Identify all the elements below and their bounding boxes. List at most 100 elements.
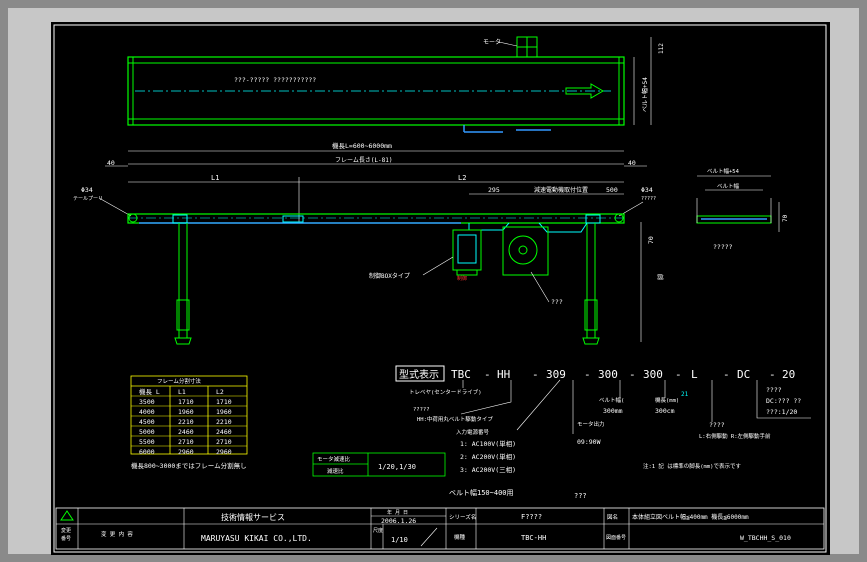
frame-table-cell: 2210 [216, 418, 232, 426]
cad-viewport[interactable]: モータ ベルト幅+54 112 ???-????? ??????????? 機長… [8, 8, 859, 555]
frame-table-cell: 2460 [216, 428, 232, 436]
side-view: 機長L=600~6000mm フレーム長さ(L-81) 40 40 L1 L2 … [73, 141, 665, 345]
top-view: モータ ベルト幅+54 112 ???-????? ??????????? [127, 36, 665, 133]
motor-ratio-table: モータ減速比 減速比 1/20,1/30 [312, 452, 446, 477]
change-mark-label: 変更 [61, 527, 71, 534]
section-height: 70 [782, 214, 789, 222]
model-value: TBC-HH [521, 534, 546, 542]
motor-table-value: 1/20,1/30 [378, 463, 416, 471]
service-label: 技術情報サービス [221, 512, 285, 522]
conveyor-frame [127, 213, 625, 224]
drawing-label: 図名 [607, 513, 618, 521]
model-code-separator: - [532, 368, 539, 381]
frame-table-cell: 4500 [139, 418, 155, 426]
drawing-no: W_TBCHH_S_010 [740, 534, 791, 542]
change-content-label: 変 更 内 容 [101, 530, 133, 538]
frame-table-cell: 3500 [139, 398, 155, 406]
side-dim-70: 70 [647, 236, 655, 244]
company-name: MARUYASU KIKAI CO.,LTD. [201, 534, 312, 543]
frame-table-cell: 1710 [216, 398, 232, 406]
drawing-sheet[interactable]: モータ ベルト幅+54 112 ???-????? ??????????? 機長… [51, 22, 830, 555]
frame-table-cell: 2710 [216, 438, 232, 446]
note-tbc: トレベヤ(センタードライブ) [409, 388, 482, 396]
drawing-canvas: モータ ベルト幅+54 112 ???-????? ??????????? 機長… [53, 24, 827, 553]
model-code-part: L [691, 368, 698, 381]
note-dc-2: ???:1/20 [766, 408, 797, 416]
note-300b-sup: 21 [681, 391, 689, 398]
note-l: L:右側駆動 R:左側駆動手前 [699, 432, 771, 440]
drawing-no-label: 図面番号 [606, 534, 626, 541]
frame-table-cell: 1710 [178, 398, 194, 406]
end-right-dim: 40 [628, 159, 636, 167]
phi-right: Φ34 [641, 186, 653, 194]
dim-500: 500 [606, 186, 618, 194]
note-motor-val: 09:90W [577, 438, 601, 446]
scale-label: 尺度 [373, 527, 383, 534]
motor-ref: ??? [551, 298, 563, 306]
top-belt-width-dim: ベルト幅+54 [641, 77, 649, 112]
note-300a-val: 300mm [603, 407, 623, 415]
frame-table-cell: 2960 [216, 448, 232, 456]
motor-table-label2: 減速比 [327, 467, 344, 475]
frame-division-table: フレーム分割寸法 機長 L L1 L2 3500 1710 1710 4000 1960 196… [130, 375, 248, 456]
frame-table-cell: 5500 [139, 438, 155, 446]
frame-table-cell: 2460 [178, 428, 194, 436]
frame-table-cell: 4000 [139, 408, 155, 416]
frame-table-header: 機長 L [139, 387, 160, 396]
model-code-part: DC [737, 368, 750, 381]
l2-dim: L2 [458, 174, 466, 182]
note-300b-val: 300cm [655, 407, 675, 415]
date-value: 2006.1.26 [381, 517, 416, 525]
model-code-part: 300 [643, 368, 663, 381]
frame-length-dim: フレーム長さ(L-81) [335, 157, 393, 164]
note-300b: 機長(mm) [655, 396, 679, 404]
phi-left: Φ34 [81, 186, 93, 194]
frame-table-cell: 5000 [139, 428, 155, 436]
dim-295: 295 [488, 186, 500, 194]
model-label: 機種 [454, 533, 466, 541]
overall-length-dim: 機長L=600~6000mm [332, 141, 392, 150]
model-code-part: 20 [782, 368, 795, 381]
note-dc-q: ???? [766, 386, 782, 394]
note-l-q: ???? [709, 421, 725, 429]
model-code-separator: - [584, 368, 591, 381]
drive-note: 減速電動機取付位置 [534, 186, 588, 194]
motor-housing [502, 226, 549, 276]
series-label: シリーズ名 [449, 513, 476, 521]
note-hh-q: ????? [413, 407, 430, 413]
note-dc-1: DC:??? ?? [766, 397, 801, 405]
title-block: 変更 番号 変 更 内 容 技術情報サービス MARUYASU KIKAI CO… [55, 507, 825, 550]
belt-range: ベルト幅150~400用 [449, 488, 514, 497]
model-code-part: HH [497, 368, 510, 381]
model-code-separator: - [675, 368, 682, 381]
motor-table-label1: モータ減速比 [317, 455, 351, 463]
note-309-a: 入力電源番号 [456, 428, 490, 436]
frame-table-header: L1 [178, 388, 186, 396]
frame-table-cell: 6000 [139, 448, 155, 456]
top-motor-label: モータ [483, 38, 501, 46]
note-300a: ベルト幅( [599, 396, 624, 404]
phi-left-label: テールプーリ [73, 196, 103, 202]
date-label: 年 月 日 [387, 509, 408, 516]
frame-table-note: 機長800~3000まではフレーム分割無し [131, 461, 247, 470]
model-code-part: TBC [451, 368, 471, 381]
series-value: F???? [521, 513, 542, 521]
frame-table-header: L2 [216, 388, 224, 396]
model-code: 型式表示 TBC HH 309 300 300 L DC 20- - - - - - - トレベヤ(センタ… [395, 365, 811, 500]
note-309-2: 2: AC200V(単相) [460, 452, 516, 461]
model-code-separator: - [484, 368, 491, 381]
change-mark-icon [60, 510, 74, 521]
leg-note: 脚 [657, 274, 665, 280]
note-hh: HH:中荷用丸ベルト駆動タイプ [417, 415, 493, 423]
model-code-parts: TBC HH 309 300 300 L DC 20- - - - - - - [451, 368, 795, 381]
control-box-label: 制御BOXタイプ [369, 272, 410, 280]
drawing-name: 本体組立図ベルト幅≦400mm 機長≦6000mm [632, 513, 749, 521]
control-box-ref: 制御 [457, 275, 467, 282]
top-centre-text: ???-????? ??????????? [234, 76, 316, 84]
phi-right-label: ????? [641, 196, 656, 202]
scale-value: 1/10 [391, 536, 408, 544]
model-code-part: 309 [546, 368, 566, 381]
section-belt-width: ベルト幅 [717, 182, 740, 190]
frame-table-cell: 1960 [178, 408, 194, 416]
note-309-1: 1: AC100V(単相) [460, 439, 516, 448]
